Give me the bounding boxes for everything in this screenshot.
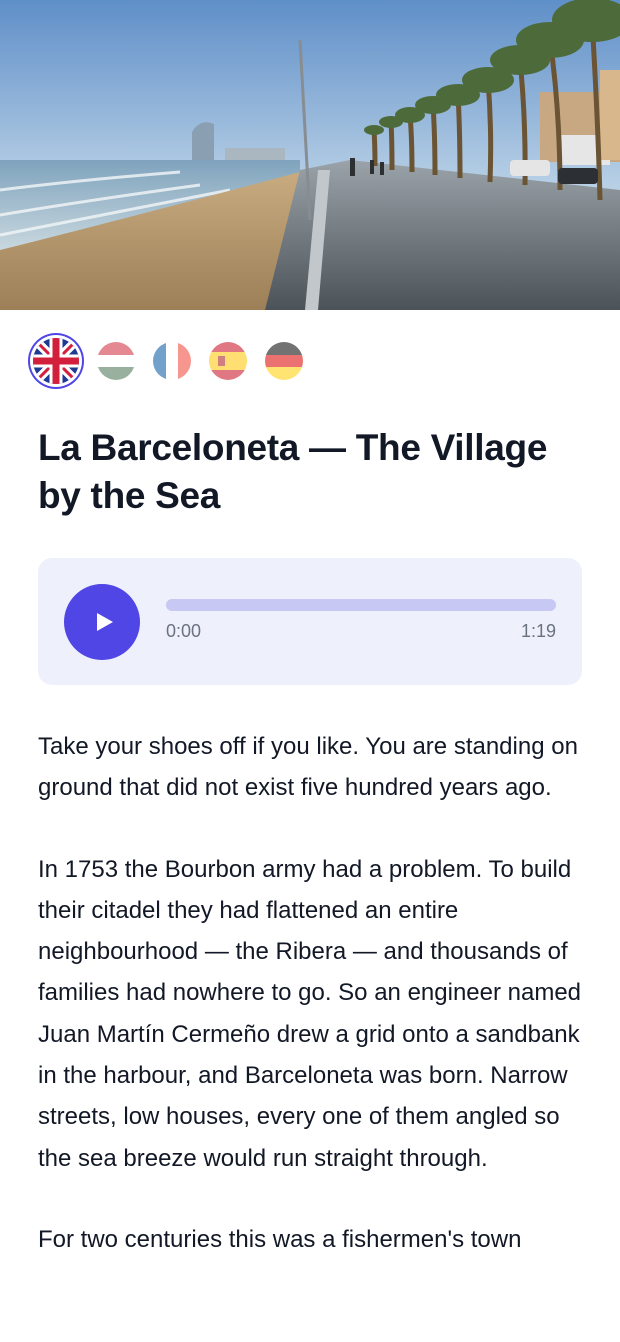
audio-player: 0:00 1:19 xyxy=(38,558,582,685)
hero-image xyxy=(0,0,620,310)
germany-flag-icon[interactable] xyxy=(265,342,303,380)
article-body: Take your shoes off if you like. You are… xyxy=(38,726,586,1300)
duration: 1:19 xyxy=(520,621,556,641)
paragraph: For two centuries this was a fishermen's… xyxy=(38,1225,522,1253)
progress-track[interactable] xyxy=(166,599,556,611)
play-button[interactable] xyxy=(64,584,140,660)
hungary-flag-icon[interactable] xyxy=(97,342,135,380)
spain-flag-icon[interactable] xyxy=(209,342,247,380)
uk-flag-icon[interactable] xyxy=(33,338,79,384)
paragraph: In 1753 the Bourbon army had a problem. … xyxy=(38,855,582,1172)
current-time: 0:00 xyxy=(166,621,202,641)
play-icon xyxy=(97,613,113,631)
beach-promenade-photo xyxy=(0,0,620,310)
paragraph: Take your shoes off if you like. You are… xyxy=(38,733,578,802)
language-selector xyxy=(33,338,303,384)
page-title: La Barceloneta — The Village by the Sea xyxy=(38,427,548,516)
france-flag-icon[interactable] xyxy=(153,342,191,380)
